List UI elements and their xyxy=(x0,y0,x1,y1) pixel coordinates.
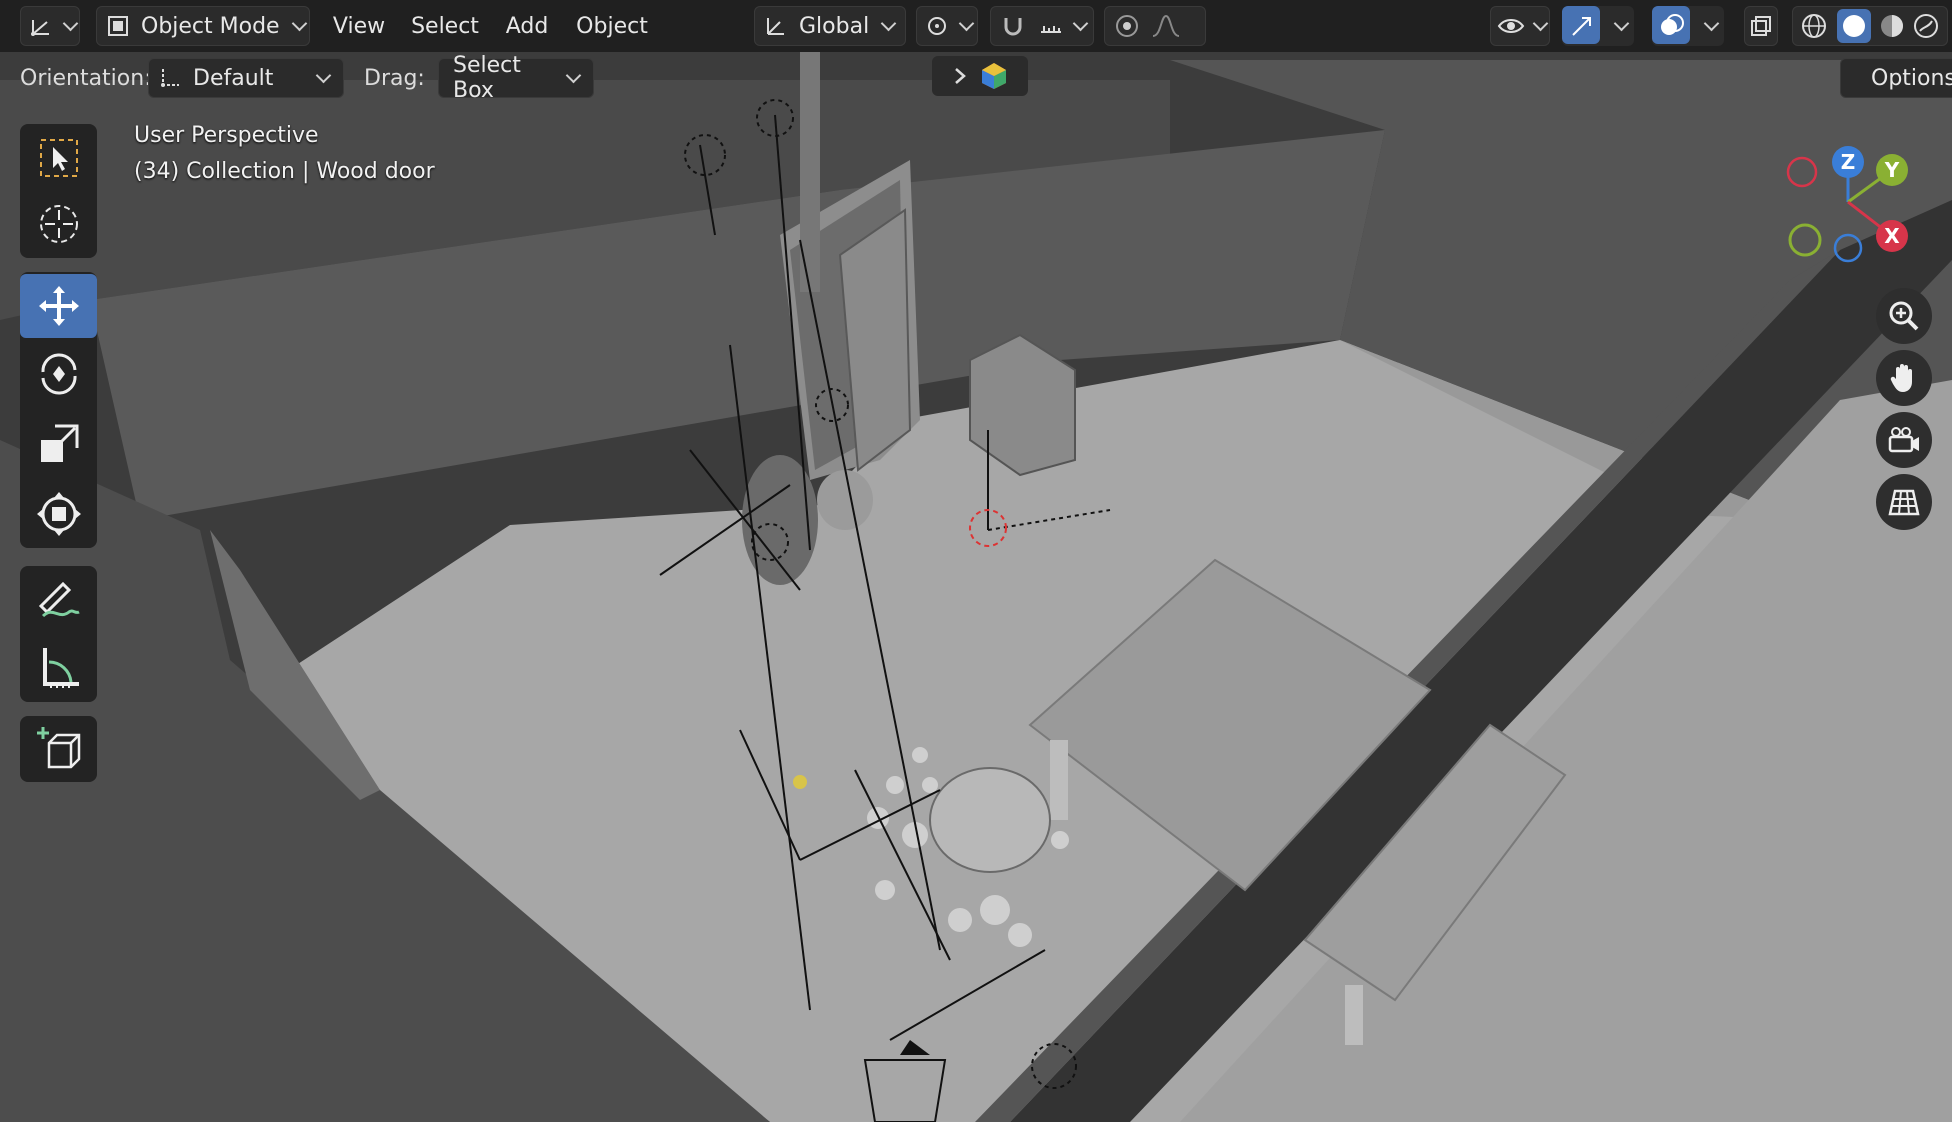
orientation-label: Orientation: xyxy=(20,66,152,91)
xray-toggle[interactable] xyxy=(1744,6,1778,46)
transform-tool[interactable] xyxy=(20,482,97,546)
asset-shelf-toggle[interactable] xyxy=(932,56,1028,96)
transform-orientation-dropdown[interactable]: Global xyxy=(754,6,906,46)
negative-z-axis-handle[interactable] xyxy=(1833,233,1863,263)
snapping-group[interactable] xyxy=(990,6,1094,46)
negative-x-axis-handle[interactable] xyxy=(1786,156,1818,188)
orientation-value: Default xyxy=(193,65,274,91)
wireframe-shading-icon[interactable] xyxy=(1799,11,1829,41)
menu-view[interactable]: View xyxy=(322,6,396,46)
gizmo-arrow-icon xyxy=(1568,12,1596,40)
asset-cube-icon xyxy=(979,61,1009,91)
proportional-edit-icon[interactable] xyxy=(1113,12,1141,40)
z-axis-label: Z xyxy=(1841,150,1856,174)
eye-icon xyxy=(1497,12,1525,40)
transform-orientation-label: Global xyxy=(799,13,870,39)
scale-tool[interactable] xyxy=(20,412,97,476)
toolbar-group-add xyxy=(20,716,97,782)
axes-gizmo-icon xyxy=(27,12,55,40)
ortho-grid-icon xyxy=(1887,485,1921,519)
scale-icon xyxy=(35,420,83,468)
measure-ruler-icon xyxy=(35,644,83,692)
drag-label: Drag: xyxy=(364,66,425,91)
toolbar-group-annotate xyxy=(20,566,97,702)
ortho-toggle-button[interactable] xyxy=(1876,474,1932,530)
material-shading-icon[interactable] xyxy=(1877,11,1907,41)
proportional-editing-group[interactable] xyxy=(1104,6,1206,46)
shading-mode-group[interactable] xyxy=(1792,6,1948,46)
rendered-shading-icon[interactable] xyxy=(1911,11,1941,41)
collection-info-label: (34) Collection | Wood door xyxy=(134,159,435,184)
y-axis-label: Y xyxy=(1884,158,1900,182)
pan-button[interactable] xyxy=(1876,350,1932,406)
view-perspective-label: User Perspective xyxy=(134,123,319,148)
zoom-icon xyxy=(1887,299,1921,333)
transform-icon xyxy=(35,490,83,538)
camera-view-button[interactable] xyxy=(1876,412,1932,468)
menu-object[interactable]: Object xyxy=(570,6,654,46)
orientation-axes-icon xyxy=(763,13,789,39)
navigation-gizmo[interactable]: Z Y X xyxy=(1772,140,1932,270)
overlays-toggle-group[interactable] xyxy=(1652,6,1724,46)
menu-select-label: Select xyxy=(411,13,479,39)
viewport-header: Object Mode View Select Add Object Globa… xyxy=(0,0,1952,52)
object-mode-icon xyxy=(105,13,131,39)
mode-label: Object Mode xyxy=(141,13,280,39)
chevron-right-icon xyxy=(951,65,969,87)
select-cursor-icon xyxy=(37,136,81,180)
rotate-icon xyxy=(35,350,83,398)
move-tool[interactable] xyxy=(20,274,97,338)
menu-object-label: Object xyxy=(576,13,648,39)
select-box-tool[interactable] xyxy=(20,126,97,190)
menu-add[interactable]: Add xyxy=(494,6,560,46)
solid-shading-icon[interactable] xyxy=(1837,9,1871,43)
x-axis-label: X xyxy=(1884,224,1900,248)
add-cube-icon xyxy=(35,725,83,773)
cursor-tool[interactable] xyxy=(20,192,97,256)
drag-value: Select Box xyxy=(453,53,521,103)
measure-tool[interactable] xyxy=(20,636,97,700)
mode-dropdown[interactable]: Object Mode xyxy=(96,6,310,46)
pivot-point-icon xyxy=(923,12,951,40)
move-arrows-icon xyxy=(35,282,83,330)
zoom-button[interactable] xyxy=(1876,288,1932,344)
pan-hand-icon xyxy=(1887,361,1921,395)
options-button[interactable]: Options xyxy=(1840,58,1952,98)
drag-dropdown[interactable]: Select Box xyxy=(438,53,594,103)
tool-settings-header: Orientation: Default Drag: Select Box Op… xyxy=(0,52,1952,104)
editor-type-button[interactable] xyxy=(20,6,80,46)
snap-increment-icon xyxy=(1037,12,1065,40)
overlays-icon xyxy=(1658,12,1686,40)
visibility-dropdown[interactable] xyxy=(1490,6,1550,46)
add-cube-tool[interactable] xyxy=(20,717,97,781)
orientation-default-icon xyxy=(157,65,183,91)
rotate-tool[interactable] xyxy=(20,342,97,406)
crosshair-cursor-icon xyxy=(37,202,81,246)
snap-magnet-icon[interactable] xyxy=(999,12,1027,40)
menu-add-label: Add xyxy=(505,13,549,39)
toolbar-group-transform xyxy=(20,272,97,548)
toolbar-group-select xyxy=(20,124,97,258)
pivot-point-dropdown[interactable] xyxy=(916,6,978,46)
orientation-dropdown[interactable]: Default xyxy=(148,58,344,98)
negative-y-axis-handle[interactable] xyxy=(1788,223,1822,257)
blender-3d-viewport-window: Object Mode View Select Add Object Globa… xyxy=(0,0,1952,1122)
xray-icon xyxy=(1748,13,1774,39)
gizmo-toggle-group[interactable] xyxy=(1562,6,1634,46)
options-label: Options xyxy=(1871,65,1952,91)
falloff-curve-icon xyxy=(1151,12,1181,40)
menu-view-label: View xyxy=(332,13,386,39)
menu-select[interactable]: Select xyxy=(404,6,486,46)
annotate-tool[interactable] xyxy=(20,568,97,632)
camera-view-icon xyxy=(1887,423,1921,457)
annotate-pen-icon xyxy=(35,576,83,624)
